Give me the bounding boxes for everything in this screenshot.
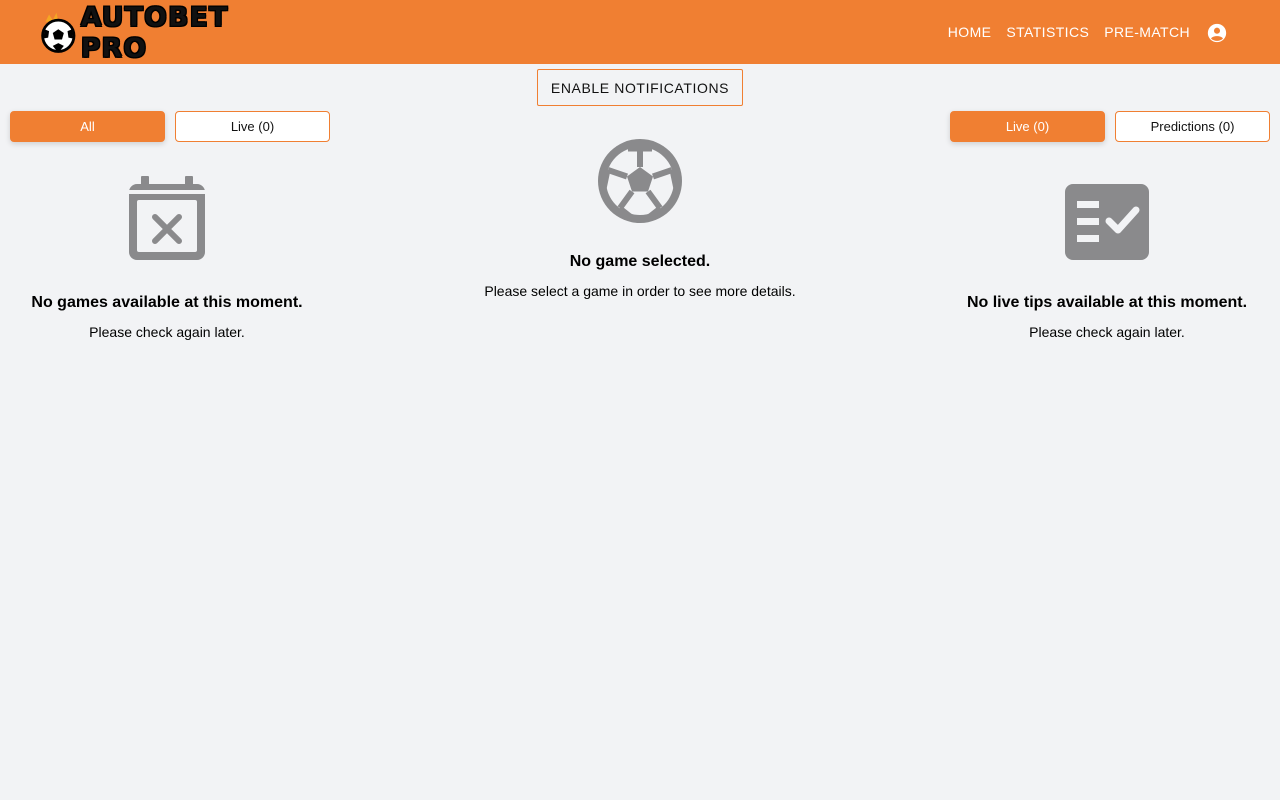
tips-empty-title: No live tips available at this moment.: [966, 294, 1248, 311]
main-nav: HOME STATISTICS PRE-MATCH: [948, 0, 1190, 64]
calendar-x-icon: [129, 176, 205, 260]
brand-name: AUTOBET PRO: [80, 2, 229, 65]
account-circle-icon[interactable]: [1206, 22, 1228, 44]
brand-logo[interactable]: AUTOBET PRO: [38, 2, 288, 64]
enable-notifications-button[interactable]: ENABLE NOTIFICATIONS: [537, 69, 743, 106]
game-details-empty-title: No game selected.: [569, 253, 711, 270]
games-empty-state: No games available at this moment. Pleas…: [17, 176, 317, 340]
game-details-empty-state: No game selected. Please select a game i…: [440, 139, 840, 299]
tab-live[interactable]: Live (0): [175, 111, 330, 142]
nav-home[interactable]: HOME: [948, 24, 992, 40]
nav-pre-match[interactable]: PRE-MATCH: [1104, 24, 1190, 40]
top-app-bar: AUTOBET PRO HOME STATISTICS PRE-MATCH: [0, 0, 1280, 64]
tab-predictions[interactable]: Predictions (0): [1115, 111, 1270, 142]
soccer-ball-icon: [598, 139, 682, 223]
tab-live-tips[interactable]: Live (0): [950, 111, 1105, 142]
tips-empty-state: No live tips available at this moment. P…: [957, 184, 1257, 340]
games-empty-title: No games available at this moment.: [31, 294, 303, 311]
games-empty-text: Please check again later.: [89, 324, 245, 340]
nav-statistics[interactable]: STATISTICS: [1006, 24, 1089, 40]
soccer-ball-logo-icon: [41, 12, 76, 53]
game-details-empty-text: Please select a game in order to see mor…: [484, 283, 796, 299]
tab-all[interactable]: All: [10, 111, 165, 142]
tips-empty-text: Please check again later.: [1029, 324, 1185, 340]
checklist-icon: [1065, 184, 1149, 260]
